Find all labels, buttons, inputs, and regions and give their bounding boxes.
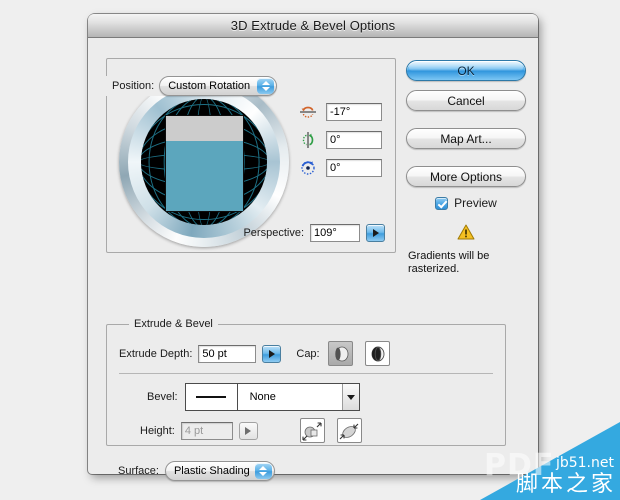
bevel-height-popup-button[interactable] bbox=[238, 421, 258, 440]
perspective-value: 109° bbox=[314, 227, 337, 239]
cap-solid-button[interactable] bbox=[327, 341, 353, 366]
dialog-body: -17° 0° 0° Perspective: 109° Position: C… bbox=[88, 38, 538, 481]
extrude-depth-input[interactable]: 50 pt bbox=[198, 344, 257, 363]
rotation-x-value: -17° bbox=[330, 106, 351, 118]
extrude-depth-popup-button[interactable] bbox=[262, 344, 282, 363]
surface-row: Surface: Plastic Shading bbox=[118, 461, 275, 481]
button-spacer bbox=[406, 158, 526, 166]
rotation-z-row: 0° bbox=[299, 159, 382, 177]
dialog-titlebar[interactable]: 3D Extrude & Bevel Options bbox=[88, 14, 538, 38]
bevel-extent-out-icon bbox=[302, 421, 322, 441]
bevel-dropdown-arrow[interactable] bbox=[341, 384, 359, 410]
bevel-none-icon bbox=[196, 396, 227, 398]
perspective-popup-button[interactable] bbox=[366, 224, 385, 242]
ok-button-label: OK bbox=[457, 63, 475, 78]
bevel-height-input[interactable]: 4 pt bbox=[180, 421, 233, 440]
surface-dropdown[interactable]: Plastic Shading bbox=[164, 461, 275, 481]
button-spacer bbox=[406, 120, 526, 128]
position-label: Position: bbox=[112, 80, 155, 92]
more-options-button[interactable]: More Options bbox=[406, 166, 526, 187]
perspective-row: Perspective: 109° bbox=[243, 224, 385, 242]
perspective-label: Perspective: bbox=[243, 227, 304, 239]
cap-label: Cap: bbox=[296, 347, 320, 360]
bevel-dropdown[interactable]: None bbox=[184, 383, 360, 411]
more-options-button-label: More Options bbox=[429, 169, 503, 184]
ok-button[interactable]: OK bbox=[406, 60, 526, 81]
position-preset-stepper[interactable] bbox=[257, 78, 275, 94]
bevel-label: Bevel: bbox=[147, 391, 178, 403]
preview-label: Preview bbox=[454, 196, 497, 210]
bevel-height-row: Height: 4 pt bbox=[140, 418, 362, 443]
surface-stepper[interactable] bbox=[254, 463, 272, 479]
bevel-value: None bbox=[249, 391, 276, 403]
preview-checkbox[interactable] bbox=[435, 196, 449, 210]
watermark-site-text: jb51.net bbox=[555, 455, 614, 471]
extrude-bevel-legend: Extrude & Bevel bbox=[129, 318, 218, 330]
rotate-x-axis-icon bbox=[300, 106, 316, 118]
track-cube-front-face[interactable] bbox=[165, 115, 244, 212]
dialog-action-buttons: OK Cancel Map Art... More Options Previe… bbox=[406, 60, 526, 276]
rotation-z-input[interactable]: 0° bbox=[326, 159, 382, 177]
position-preset-row: Position: Custom Rotation bbox=[106, 76, 282, 96]
extrude-depth-value: 50 pt bbox=[202, 347, 227, 360]
extrude-depth-row: Extrude Depth: 50 pt Cap: bbox=[119, 341, 390, 366]
cap-hollow-button[interactable] bbox=[364, 341, 390, 366]
rotation-x-row: -17° bbox=[299, 103, 382, 121]
rotation-y-row: 0° bbox=[299, 131, 382, 149]
bevel-extent-in-button[interactable] bbox=[336, 418, 362, 443]
warning-text: Gradients will be rasterized. bbox=[408, 250, 490, 275]
cap-solid-icon bbox=[335, 346, 349, 361]
warning-triangle-icon bbox=[457, 224, 475, 240]
dialog-title: 3D Extrude & Bevel Options bbox=[230, 18, 396, 33]
track-cube-widget[interactable] bbox=[119, 77, 289, 247]
chevron-up-icon bbox=[259, 466, 268, 470]
rotation-x-input[interactable]: -17° bbox=[326, 103, 382, 121]
rotation-z-value: 0° bbox=[330, 162, 341, 174]
warning-block: Gradients will be rasterized. bbox=[406, 224, 526, 276]
map-art-button-label: Map Art... bbox=[440, 131, 492, 146]
perspective-input[interactable]: 109° bbox=[310, 224, 360, 242]
bevel-extent-in-icon bbox=[339, 423, 359, 439]
map-art-button[interactable]: Map Art... bbox=[406, 128, 526, 149]
rotate-y-axis-icon bbox=[302, 132, 314, 148]
rotate-z-axis-icon bbox=[301, 161, 315, 175]
cancel-button-label: Cancel bbox=[447, 93, 485, 108]
extrude-depth-label: Extrude Depth: bbox=[119, 347, 193, 360]
extrude-bevel-group: Extrude & Bevel Extrude Depth: 50 pt Cap… bbox=[106, 318, 506, 446]
dialog-window: 3D Extrude & Bevel Options -17° 0° 0° Pe… bbox=[88, 14, 538, 481]
cancel-button[interactable]: Cancel bbox=[406, 90, 526, 111]
chevron-down-icon bbox=[259, 472, 268, 476]
bevel-row: Bevel: None bbox=[147, 383, 360, 411]
chevron-down-icon bbox=[261, 87, 270, 91]
preview-row[interactable]: Preview bbox=[406, 196, 526, 210]
bevel-height-value: 4 pt bbox=[184, 424, 204, 437]
cap-hollow-icon bbox=[371, 346, 385, 361]
track-cube-sphere[interactable] bbox=[141, 99, 267, 225]
bevel-height-label: Height: bbox=[140, 424, 175, 437]
chevron-down-icon bbox=[346, 394, 355, 400]
track-cube-top-face bbox=[166, 116, 243, 141]
surface-label: Surface: bbox=[118, 465, 159, 477]
bevel-extent-out-button[interactable] bbox=[299, 418, 325, 443]
rotation-y-input[interactable]: 0° bbox=[326, 131, 382, 149]
extrude-divider bbox=[119, 373, 493, 374]
chevron-up-icon bbox=[261, 81, 270, 85]
rotation-y-value: 0° bbox=[330, 134, 341, 146]
position-preset-dropdown[interactable]: Custom Rotation bbox=[159, 76, 278, 96]
bevel-swatch-preview bbox=[186, 384, 238, 410]
